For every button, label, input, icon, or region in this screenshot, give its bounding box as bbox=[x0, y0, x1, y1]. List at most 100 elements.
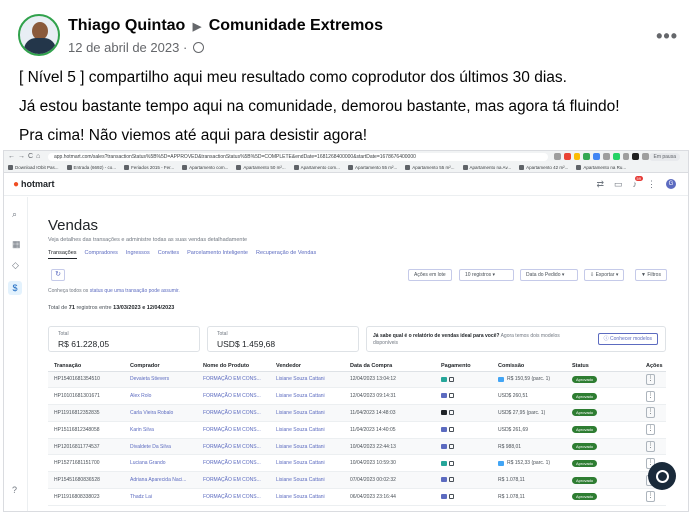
cell-transaction: HP15451680836528 bbox=[48, 471, 124, 490]
row-actions-icon: ⋮ bbox=[646, 441, 655, 453]
commission-value: R$ 1.078,11 bbox=[498, 493, 525, 500]
sales-tabs: Transações Compradores Ingressos Convite… bbox=[48, 250, 316, 259]
cell-commission: USD$ 260,51 bbox=[492, 387, 566, 406]
post-date[interactable]: 12 de abril de 2023 bbox=[68, 40, 179, 55]
col-header: Vendedor bbox=[270, 361, 344, 372]
cell-date: 10/04/2023 22:44:13 bbox=[344, 438, 435, 456]
help-icon: ? bbox=[12, 485, 18, 495]
col-header: Comprador bbox=[124, 361, 197, 372]
row-actions-icon: ⋮ bbox=[646, 373, 655, 385]
table-row: HP11916812352835 Carla Vieira Robalo FORMA… bbox=[48, 404, 666, 422]
status-hint: Conheça todos os status que uma transaçã… bbox=[48, 288, 180, 294]
bookmark: Apartamento na Ru... bbox=[576, 163, 626, 172]
bookmark: Apartamento com... bbox=[182, 163, 228, 172]
cell-product: FORMAÇÃO EM CONS... bbox=[197, 471, 270, 490]
tab-convites: Convites bbox=[157, 250, 180, 256]
group-name[interactable]: Comunidade Extremos bbox=[209, 17, 383, 34]
products-icon: ▦ bbox=[12, 239, 21, 249]
status-badge: Aprovado bbox=[572, 493, 598, 501]
cell-seller: Lisiane Souza Cattani bbox=[270, 387, 344, 406]
total-usd-card: Total USD$ 1.459,68 bbox=[207, 326, 359, 352]
payment-method-icon bbox=[441, 426, 447, 432]
cell-product: FORMAÇÃO EM CONS... bbox=[197, 488, 270, 506]
lock-icon bbox=[449, 443, 454, 449]
bookmark: Apartamento 50 m²... bbox=[236, 163, 285, 172]
post-image[interactable]: ←→C⌂ app.hotmart.com/sales?transactionSt… bbox=[3, 150, 689, 512]
page-subtitle: Veja detalhes das transações e administr… bbox=[48, 237, 248, 243]
app-sidebar: ⌕ ▦ ◇ $ ? bbox=[4, 197, 28, 511]
cell-product: FORMAÇÃO EM CONS... bbox=[197, 404, 270, 422]
bookmarks-bar: Download IObit Pas... Entrada (6692) - c… bbox=[4, 163, 688, 173]
grid-icon: ⋮ bbox=[647, 179, 656, 189]
table-toolbar: ↻ Ações em lote 10 registros ▾ Data do P… bbox=[48, 269, 667, 283]
payment-method-icon bbox=[441, 460, 447, 466]
payment-method-icon bbox=[441, 477, 447, 483]
lock-icon bbox=[449, 393, 454, 399]
cell-buyer: Luciana Grando bbox=[124, 454, 197, 473]
cell-date: 11/04/2023 14:40:05 bbox=[344, 421, 435, 439]
cell-transaction: HP10101681301671 bbox=[48, 387, 124, 406]
cell-commission: USD$ 261,69 bbox=[492, 421, 566, 439]
table-row: HP15116812348058 Karin Silva FORMAÇÃO EM C… bbox=[48, 421, 666, 439]
extension-icons bbox=[554, 153, 649, 161]
author-name[interactable]: Thiago Quintao bbox=[68, 17, 185, 34]
author-avatar[interactable] bbox=[18, 14, 60, 56]
commission-value: R$ 1.078,11 bbox=[498, 477, 525, 484]
cell-product: FORMAÇÃO EM CONS... bbox=[197, 387, 270, 406]
cell-seller: Lisiane Souza Cattani bbox=[270, 421, 344, 439]
bulk-actions-button: Ações em lote bbox=[408, 269, 452, 281]
cell-product: FORMAÇÃO EM CONS... bbox=[197, 454, 270, 473]
total-value: R$ 61.228,05 bbox=[58, 339, 110, 349]
post-paragraph: Já estou bastante tempo aqui na comunida… bbox=[19, 98, 620, 115]
col-header: Transação bbox=[48, 361, 124, 372]
chat-help-button[interactable] bbox=[648, 462, 676, 490]
cell-date: 11/04/2023 14:48:03 bbox=[344, 404, 435, 422]
cell-status: Aprovado bbox=[566, 471, 640, 490]
cell-status: Aprovado bbox=[566, 387, 640, 406]
page-title: Vendas bbox=[48, 217, 99, 234]
cell-date: 12/04/2023 13:04:12 bbox=[344, 371, 435, 389]
cell-seller: Lisiane Souza Cattani bbox=[270, 371, 344, 389]
status-badge: Aprovado bbox=[572, 409, 598, 417]
cell-actions: ⋮ bbox=[640, 488, 666, 506]
cell-transaction: HP11916812352835 bbox=[48, 404, 124, 422]
cell-seller: Lisiane Souza Cattani bbox=[270, 438, 344, 456]
status-badge: Aprovado bbox=[572, 443, 598, 451]
cell-buyer: Adriana Aparecida Naci... bbox=[124, 471, 197, 490]
cell-buyer: Carla Vieira Robalo bbox=[124, 404, 197, 422]
col-header: Ações bbox=[640, 361, 666, 372]
payment-method-icon bbox=[441, 443, 447, 449]
cell-seller: Lisiane Souza Cattani bbox=[270, 471, 344, 490]
row-actions-icon: ⋮ bbox=[646, 424, 655, 436]
tab-compradores: Compradores bbox=[84, 250, 118, 256]
col-header: Pagamento bbox=[435, 361, 492, 372]
bookmark: Apartamento na Av... bbox=[463, 163, 512, 172]
status-badge: Aprovado bbox=[572, 375, 598, 383]
cell-buyer: Karin Silva bbox=[124, 421, 197, 439]
tab-ingressos: Ingressos bbox=[125, 250, 150, 256]
commission-value: R$ 150,59 (parc. 1) bbox=[507, 376, 551, 383]
row-actions-icon: ⋮ bbox=[646, 390, 655, 402]
cell-status: Aprovado bbox=[566, 421, 640, 439]
topbar-icons: ⇄ ▭ ♪ 59 ⋮ G bbox=[596, 176, 676, 190]
col-header: Status bbox=[566, 361, 640, 372]
installment-icon bbox=[498, 460, 504, 466]
payment-method-icon bbox=[441, 494, 447, 500]
payment-method-icon bbox=[441, 376, 447, 382]
author-line: Thiago Quintao ▶ Comunidade Extremos bbox=[68, 17, 383, 35]
address-bar: app.hotmart.com/sales?transactionStatus%… bbox=[48, 153, 548, 161]
bookmark: Apartamento 55 m²... bbox=[348, 163, 397, 172]
cell-seller: Lisiane Souza Cattani bbox=[270, 454, 344, 473]
cell-date: 10/04/2023 10:59:30 bbox=[344, 454, 435, 473]
cell-product: FORMAÇÃO EM CONS... bbox=[197, 438, 270, 456]
bookmark: Entrada (6692) - co... bbox=[67, 163, 117, 172]
bookmark: Download IObit Pas... bbox=[8, 163, 59, 172]
tab-transacoes: Transações bbox=[48, 250, 77, 259]
refresh-icon: ↻ bbox=[51, 269, 65, 281]
more-options-button[interactable]: ••• bbox=[656, 26, 678, 47]
col-header: Comissão bbox=[492, 361, 566, 372]
cell-commission: R$ 1.078,11 bbox=[492, 471, 566, 490]
cell-transaction: HP15271681151700 bbox=[48, 454, 124, 473]
table-row: HP15401681354510 Devaieta Stievers FORMAÇÃ… bbox=[48, 371, 666, 389]
table-row: HP15451680836528 Adriana Aparecida Naci..… bbox=[48, 471, 666, 490]
